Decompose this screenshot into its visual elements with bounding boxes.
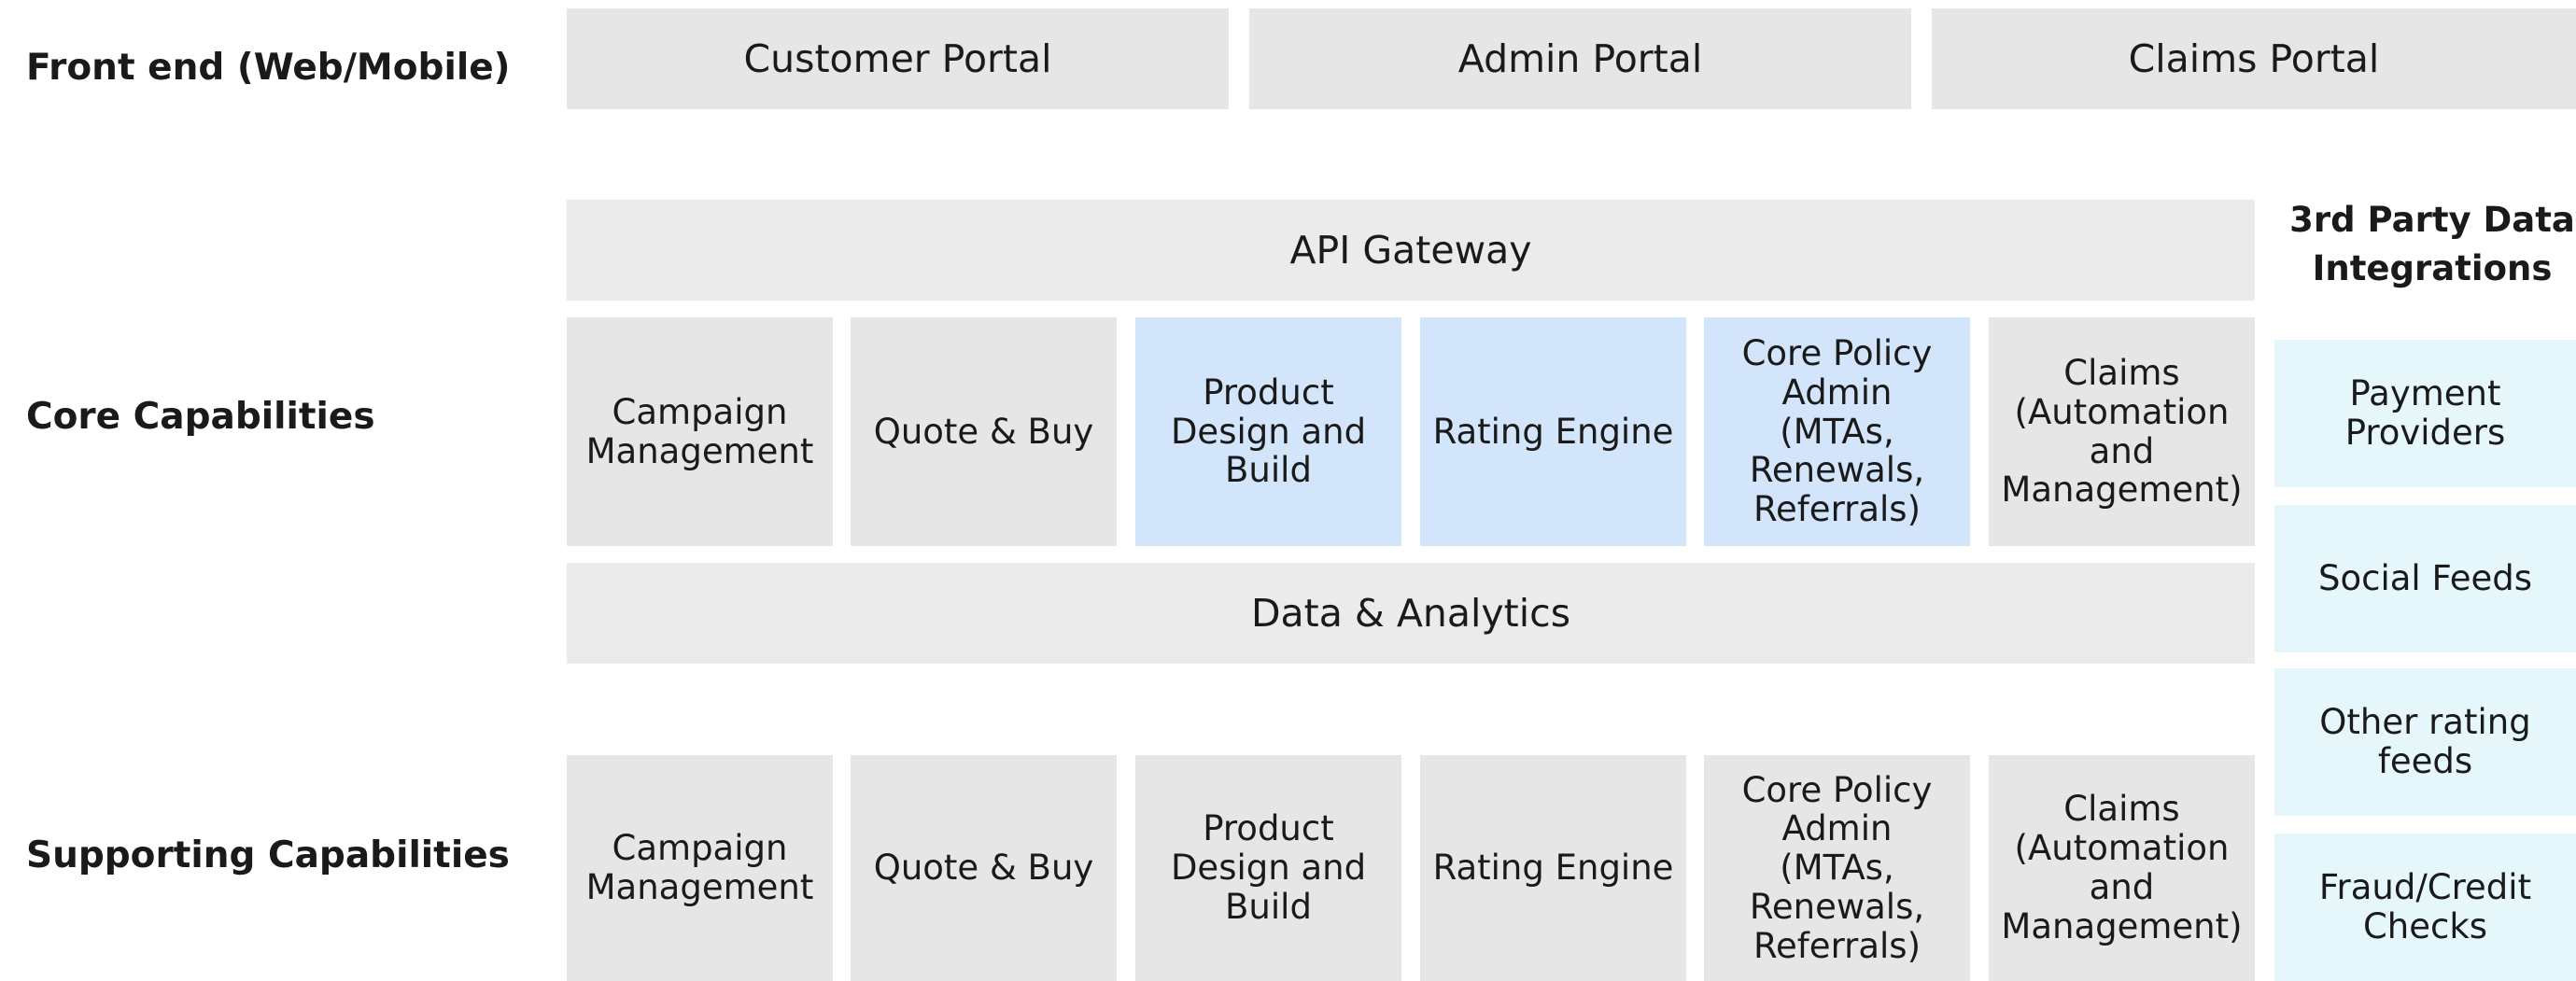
fraud-credit-checks-box: Fraud/Credit Checks (2274, 834, 2576, 981)
supporting-claims-box: Claims (Automation and Management) (1989, 755, 2255, 981)
social-feeds-box: Social Feeds (2274, 505, 2576, 652)
admin-portal-box: Admin Portal (1249, 8, 1911, 109)
supporting-policy-admin-box: Core Policy Admin (MTAs, Renewals, Refer… (1704, 755, 1970, 981)
third-party-header: 3rd Party Data Integrations (2289, 200, 2575, 288)
other-rating-feeds-box: Other rating feeds (2274, 668, 2576, 816)
core-claims-box: Claims (Automation and Management) (1989, 317, 2255, 546)
payment-providers-box: Payment Providers (2274, 340, 2576, 487)
api-gateway-box: API Gateway (567, 200, 2255, 301)
customer-portal-box: Customer Portal (567, 8, 1229, 109)
core-rating-engine-box: Rating Engine (1420, 317, 1686, 546)
claims-portal-box: Claims Portal (1932, 8, 2576, 109)
supporting-capabilities-label: Supporting Capabilities (26, 834, 510, 876)
core-campaign-management-box: Campaign Management (567, 317, 833, 546)
supporting-rating-engine-box: Rating Engine (1420, 755, 1686, 981)
supporting-product-design-box: Product Design and Build (1135, 755, 1401, 981)
core-capabilities-label: Core Capabilities (26, 396, 375, 438)
supporting-campaign-management-box: Campaign Management (567, 755, 833, 981)
supporting-quote-buy-box: Quote & Buy (851, 755, 1117, 981)
frontend-label: Front end (Web/Mobile) (26, 47, 511, 89)
core-product-design-box: Product Design and Build (1135, 317, 1401, 546)
core-quote-buy-box: Quote & Buy (851, 317, 1117, 546)
core-policy-admin-box: Core Policy Admin (MTAs, Renewals, Refer… (1704, 317, 1970, 546)
data-analytics-box: Data & Analytics (567, 563, 2255, 664)
